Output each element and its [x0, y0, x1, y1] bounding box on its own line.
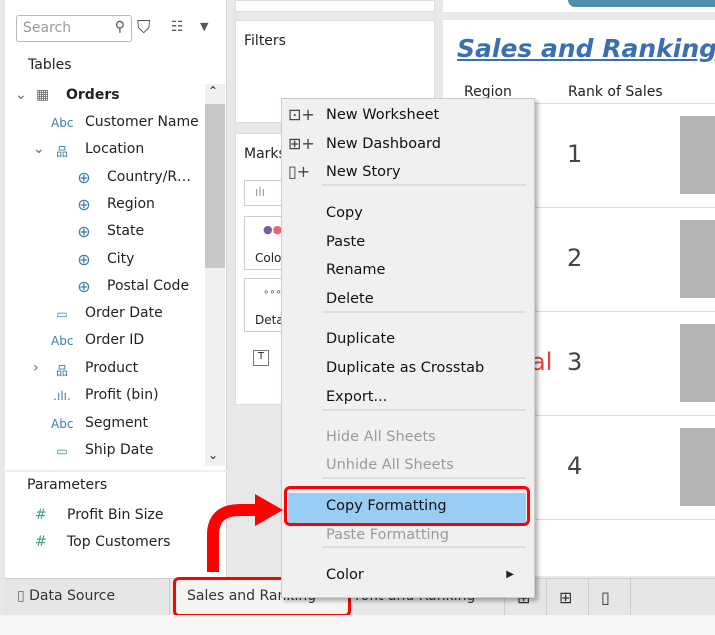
new-dashboard-icon: ⊞+ — [288, 134, 315, 153]
abc-icon: Abc — [51, 334, 74, 348]
globe-icon: ⊕ — [77, 168, 91, 187]
rank-value: 4 — [567, 452, 583, 480]
scroll-down-icon[interactable]: ⌄ — [208, 448, 218, 462]
search-icon: ⚲ — [114, 19, 125, 35]
filters-label: Filters — [244, 33, 286, 49]
calendar-icon: ▭ — [56, 444, 68, 458]
menu-item[interactable]: Rename — [326, 262, 385, 278]
menu-separator — [322, 409, 526, 411]
table-orders[interactable]: Orders — [66, 87, 120, 103]
search-input[interactable]: Search ⚲ — [16, 15, 132, 42]
sales-bar[interactable] — [680, 116, 715, 194]
menu-separator — [322, 184, 526, 186]
rank-value: 1 — [567, 140, 583, 168]
menu-separator — [322, 546, 526, 548]
abc-icon: Abc — [51, 116, 74, 130]
filter-icon[interactable]: ⛉ — [137, 17, 151, 38]
chevron-right-icon[interactable]: › — [33, 360, 39, 376]
field-item[interactable]: Location — [85, 141, 144, 157]
scroll-up-icon[interactable]: ⌃ — [208, 84, 218, 98]
globe-icon: ⊕ — [77, 195, 91, 214]
toolbar-strip — [443, 0, 715, 12]
sales-bar[interactable] — [680, 428, 715, 506]
dropdown-icon[interactable]: ▼ — [200, 20, 208, 33]
data-pane: Search ⚲ ⛉ ☷ ▼ Tables ⌄ ▦ Orders Abc Custo… — [5, 0, 227, 578]
parameter-item[interactable]: Profit Bin Size — [67, 507, 164, 523]
data-source-tab[interactable]: ▯ Data Source — [5, 579, 170, 616]
field-item[interactable]: State — [107, 223, 144, 239]
field-item[interactable]: Profit (bin) — [85, 387, 159, 403]
menu-item: Unhide All Sheets — [326, 457, 454, 473]
field-item[interactable]: Region — [107, 196, 155, 212]
new-worksheet-icon: ⊡+ — [288, 105, 315, 124]
menu-item: Paste Formatting — [326, 527, 449, 543]
menu-item[interactable]: Duplicate — [326, 331, 395, 347]
color-label: Colo — [255, 251, 282, 265]
menu-item[interactable]: New Dashboard — [326, 136, 441, 152]
tables-label: Tables — [28, 57, 72, 73]
field-item[interactable]: Ship Date — [85, 442, 153, 458]
globe-icon: ⊕ — [77, 277, 91, 296]
field-item[interactable]: Segment — [85, 415, 148, 431]
globe-icon: ⊕ — [77, 250, 91, 269]
status-bar — [0, 615, 715, 635]
new-dashboard-icon[interactable]: ⊞ — [547, 579, 589, 616]
sheet-title: Sales and Ranking b — [457, 34, 715, 63]
field-item[interactable]: Postal Code — [107, 278, 189, 294]
database-icon: ▯ — [17, 588, 30, 604]
menu-item[interactable]: Export... — [326, 389, 387, 405]
menu-item[interactable]: Duplicate as Crosstab — [326, 360, 484, 376]
bin-icon: .ılı. — [53, 389, 71, 403]
hierarchy-icon: 品 — [55, 364, 68, 378]
sales-bar[interactable] — [680, 324, 715, 402]
field-item[interactable]: Country/R… — [107, 169, 191, 185]
sales-bar[interactable] — [680, 220, 715, 298]
menu-item[interactable]: Delete — [326, 291, 374, 307]
menu-separator — [322, 477, 526, 479]
new-story-icon: ▯+ — [288, 162, 311, 181]
chevron-down-icon[interactable]: ⌄ — [15, 87, 27, 103]
detail-label: Deta — [255, 313, 284, 327]
field-item[interactable]: Product — [85, 360, 138, 376]
rank-value: 3 — [567, 348, 583, 376]
menu-item[interactable]: Copy — [326, 205, 363, 221]
field-item[interactable]: City — [107, 251, 134, 267]
submenu-arrow-icon: ▶ — [506, 569, 514, 580]
chevron-down-icon[interactable]: ⌄ — [33, 141, 45, 157]
abc-icon: Abc — [51, 417, 74, 431]
marks-label: Marks — [244, 146, 286, 162]
parameter-item[interactable]: Top Customers — [67, 534, 170, 550]
menu-item: Hide All Sheets — [326, 429, 436, 445]
pages-shelf — [235, 0, 435, 12]
menu-item[interactable]: Paste — [326, 234, 365, 250]
field-item[interactable]: Order ID — [85, 332, 144, 348]
rank-value: 2 — [567, 244, 583, 272]
view-list-icon[interactable]: ☷ — [171, 19, 184, 35]
menu-item[interactable]: New Story — [326, 164, 401, 180]
table-icon: ▦ — [36, 87, 50, 103]
new-story-icon[interactable]: ▯ — [589, 579, 631, 616]
field-item[interactable]: Customer Name — [85, 114, 199, 130]
highlight-box-menu — [284, 486, 530, 526]
field-item[interactable]: Order Date — [85, 305, 163, 321]
red-arrow-annotation — [207, 494, 283, 572]
detail-icon: ∘∘∘ — [263, 287, 282, 298]
search-placeholder: Search — [23, 20, 72, 36]
hash-icon: # — [35, 534, 47, 550]
hash-icon: # — [35, 507, 47, 523]
text-icon: T — [253, 350, 269, 366]
menu-separator — [322, 311, 526, 313]
data-source-label: Data Source — [29, 588, 116, 604]
menu-item[interactable]: Color — [326, 567, 364, 583]
parameters-label: Parameters — [27, 477, 108, 493]
scrollbar-thumb[interactable] — [205, 104, 225, 268]
globe-icon: ⊕ — [77, 222, 91, 241]
menu-item[interactable]: New Worksheet — [326, 107, 439, 123]
color-dots-icon: ●● — [263, 223, 283, 236]
calendar-icon: ▭ — [56, 307, 68, 321]
hierarchy-icon: 品 — [55, 145, 68, 159]
column-header-rank: Rank of Sales — [568, 84, 663, 100]
